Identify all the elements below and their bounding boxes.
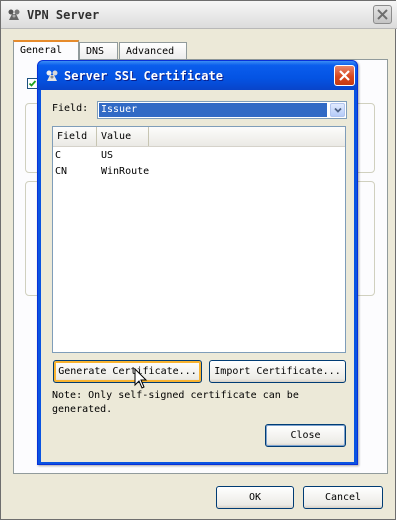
tab-advanced[interactable]: Advanced <box>119 42 187 59</box>
close-button[interactable]: Close <box>265 424 346 447</box>
window-close-button[interactable] <box>373 5 392 24</box>
row-value-cell: WinRoute <box>101 166 150 177</box>
close-button-label: Close <box>290 430 321 441</box>
self-signed-note: Note: Only self-signed certificate can b… <box>52 390 299 415</box>
list-row[interactable]: C US <box>53 148 345 164</box>
checkmark-icon <box>28 80 37 87</box>
kerio-logo-icon <box>46 70 58 81</box>
generate-certificate-label: Generate Certificate... <box>58 366 197 377</box>
dialog-body: Field: Issuer Field Value C US CN WinRou… <box>41 90 354 462</box>
cancel-button[interactable]: Cancel <box>303 486 383 509</box>
generate-certificate-button[interactable]: Generate Certificate... <box>53 360 202 383</box>
close-x-icon <box>377 9 388 20</box>
ok-button[interactable]: OK <box>216 486 294 509</box>
certificate-fields-list[interactable]: Field Value C US CN WinRoute <box>52 126 346 353</box>
import-certificate-button[interactable]: Import Certificate... <box>209 360 346 383</box>
import-certificate-label: Import Certificate... <box>214 366 341 377</box>
row-field-cell: C <box>55 150 62 161</box>
tab-general[interactable]: General <box>13 40 79 60</box>
window-title: VPN Server <box>27 8 100 22</box>
column-header-field[interactable]: Field <box>53 127 97 146</box>
field-select-value: Issuer <box>99 103 327 117</box>
chevron-down-icon <box>334 107 342 113</box>
list-row[interactable]: CN WinRoute <box>53 164 345 180</box>
ok-button-label: OK <box>248 492 262 503</box>
field-select[interactable]: Issuer <box>97 101 347 119</box>
window-titlebar[interactable]: VPN Server <box>1 1 397 29</box>
tab-advanced-label: Advanced <box>126 46 175 57</box>
mouse-pointer-icon <box>134 368 148 389</box>
field-label: Field: <box>52 103 89 114</box>
dialog-titlebar[interactable]: Server SSL Certificate <box>38 61 357 90</box>
field-select-dropdown-button[interactable] <box>330 103 345 117</box>
ssl-certificate-dialog: Server SSL Certificate Field: Issuer Fie… <box>37 60 358 465</box>
cancel-button-label: Cancel <box>324 492 362 503</box>
tab-general-label: General <box>20 45 63 56</box>
tab-dns-label: DNS <box>86 46 105 57</box>
row-field-cell: CN <box>55 166 68 177</box>
row-value-cell: US <box>101 150 114 161</box>
dialog-close-button[interactable] <box>334 65 355 86</box>
list-header: Field Value <box>53 127 345 147</box>
tab-dns[interactable]: DNS <box>79 42 118 59</box>
kerio-logo-icon <box>8 9 20 20</box>
dialog-title: Server SSL Certificate <box>64 69 223 83</box>
close-x-icon <box>339 70 350 81</box>
column-header-value[interactable]: Value <box>97 127 149 146</box>
